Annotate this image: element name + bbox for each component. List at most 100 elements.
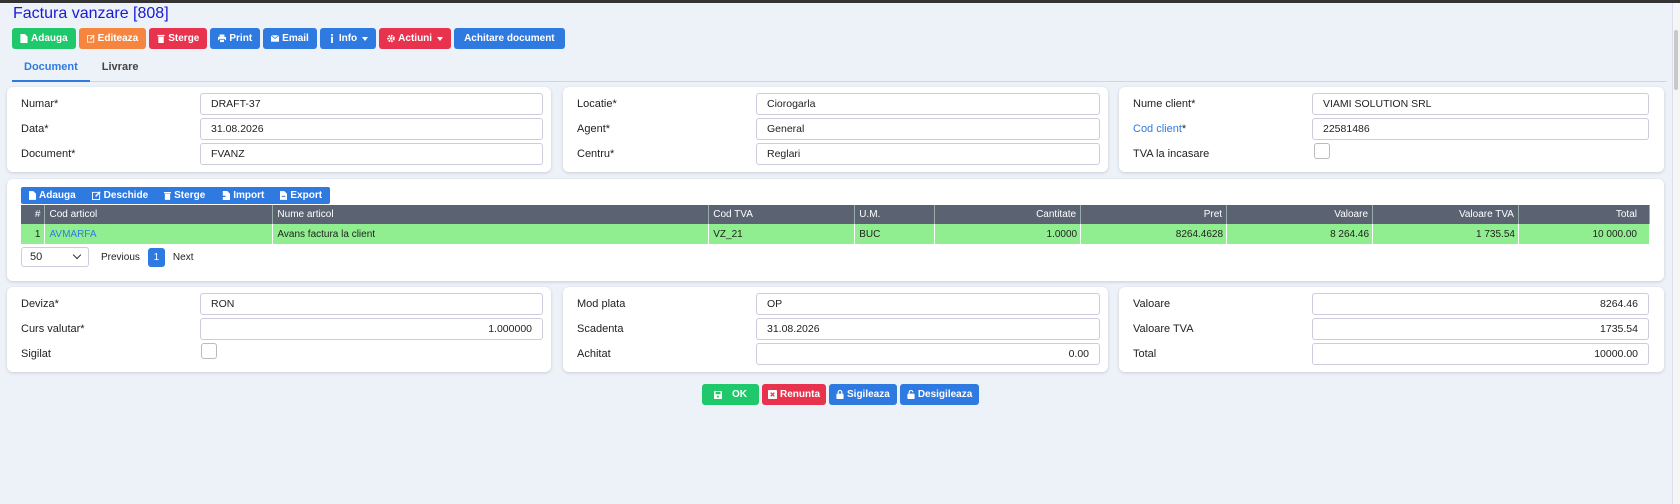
valoare-row: Valoare xyxy=(1133,293,1170,315)
sigilat-row: Sigilat xyxy=(21,343,51,365)
sigilat-label: Sigilat xyxy=(21,348,51,360)
cod-client-input[interactable]: 22581486 xyxy=(1312,118,1649,140)
add-button[interactable]: Adauga xyxy=(12,28,76,49)
document-info-card: Numar* DRAFT-37 Data* 31.08.2026 Documen… xyxy=(7,87,551,172)
tva-incasare-row: TVA la incasare xyxy=(1133,143,1209,165)
ok-button[interactable]: OK xyxy=(702,384,759,405)
previous-page-link[interactable]: Previous xyxy=(101,252,140,263)
cell-cantitate: 1.0000 xyxy=(934,224,1082,244)
document-input[interactable]: FVANZ xyxy=(200,143,543,165)
column-header-total[interactable]: Total xyxy=(1518,205,1651,224)
seal-button[interactable]: Sigileaza xyxy=(829,384,897,405)
column-header-cantitate[interactable]: Cantitate xyxy=(934,205,1082,224)
mod-plata-row: Mod plata xyxy=(577,293,625,315)
unlock-icon xyxy=(907,390,915,399)
edit-button[interactable]: Editeaza xyxy=(78,28,147,49)
data-input[interactable]: 31.08.2026 xyxy=(200,118,543,140)
currency-card: Deviza* RON Curs valutar* 1.000000 Sigil… xyxy=(7,287,551,372)
mod-plata-input[interactable]: OP xyxy=(756,293,1100,315)
edit-icon xyxy=(91,191,101,200)
current-page-button[interactable]: 1 xyxy=(147,247,165,267)
file-import-icon xyxy=(221,191,231,200)
chevron-down-icon xyxy=(72,250,82,260)
gear-icon xyxy=(387,34,395,43)
client-input[interactable]: VIAMI SOLUTION SRL xyxy=(1312,93,1649,115)
cell-pret: 8264.4628 xyxy=(1080,224,1228,244)
tab-document[interactable]: Document xyxy=(12,58,90,82)
settle-document-button[interactable]: Achitare document xyxy=(454,28,565,49)
column-header-valoare-tva[interactable]: Valoare TVA xyxy=(1372,205,1519,224)
edit-button-label: Editeaza xyxy=(97,33,139,44)
settle-document-label: Achitare document xyxy=(464,33,555,44)
achitat-input[interactable]: 0.00 xyxy=(756,343,1100,365)
numar-row: Numar* xyxy=(21,93,58,115)
column-header-nume-articol[interactable]: Nume articol xyxy=(272,205,710,224)
cell-um: BUC xyxy=(854,224,936,244)
numar-input[interactable]: DRAFT-37 xyxy=(200,93,543,115)
items-card: Adauga Deschide Sterge Import Export # C… xyxy=(7,179,1664,281)
locatie-label: Locatie* xyxy=(577,98,617,110)
items-toolbar: Adauga Deschide Sterge Import Export xyxy=(21,187,331,204)
agent-input[interactable]: General xyxy=(756,118,1100,140)
trash-icon xyxy=(164,192,172,200)
table-header-row: # Cod articol Nume articol Cod TVA U.M. … xyxy=(21,205,1651,224)
valoare-tva-input[interactable]: 1735.54 xyxy=(1312,318,1649,340)
unseal-button[interactable]: Desigileaza xyxy=(899,384,980,405)
cell-nume-articol: Avans factura la client xyxy=(272,224,710,244)
print-button[interactable]: Print xyxy=(210,28,261,49)
achitat-row: Achitat xyxy=(577,343,611,365)
info-dropdown-button[interactable]: Info xyxy=(319,28,377,49)
cod-client-label: Cod client* xyxy=(1133,123,1186,135)
cell-total: 10 000.00 xyxy=(1518,224,1651,244)
mod-plata-label: Mod plata xyxy=(577,298,626,310)
item-open-button[interactable]: Deschide xyxy=(84,187,156,204)
column-header-valoare[interactable]: Valoare xyxy=(1226,205,1374,224)
delete-button[interactable]: Sterge xyxy=(149,28,208,49)
ok-button-label: OK xyxy=(732,389,747,400)
centru-input[interactable]: Reglari xyxy=(756,143,1100,165)
agent-row: Agent* xyxy=(577,118,610,140)
centru-row: Centru* xyxy=(577,143,614,165)
page-size-select[interactable]: 50 xyxy=(21,247,89,267)
email-button[interactable]: Email xyxy=(263,28,317,49)
column-header-cod-tva[interactable]: Cod TVA xyxy=(708,205,856,224)
location-info-card: Locatie* Ciorogarla Agent* General Centr… xyxy=(563,87,1108,172)
cod-client-link[interactable]: Cod client xyxy=(1133,123,1182,135)
item-export-button[interactable]: Export xyxy=(272,187,330,204)
client-info-card: Nume client* VIAMI SOLUTION SRL Cod clie… xyxy=(1119,87,1664,172)
cell-cod-articol-link[interactable]: AVMARFA xyxy=(44,224,274,244)
item-import-button[interactable]: Import xyxy=(213,187,272,204)
next-page-link[interactable]: Next xyxy=(173,252,194,263)
column-header-cod-articol[interactable]: Cod articol xyxy=(44,205,274,224)
save-icon xyxy=(714,390,722,399)
scadenta-input[interactable]: 31.08.2026 xyxy=(756,318,1100,340)
cod-client-row: Cod client* xyxy=(1133,118,1186,140)
envelope-icon xyxy=(271,34,280,42)
cancel-button[interactable]: Renunta xyxy=(762,384,826,405)
page-scrollbar-thumb[interactable] xyxy=(1674,30,1678,90)
table-row[interactable]: 1 AVMARFA Avans factura la client VZ_21 … xyxy=(21,224,1651,244)
total-row: Total xyxy=(1133,343,1156,365)
caret-down-icon xyxy=(362,36,369,41)
required-star: * xyxy=(1181,123,1187,135)
column-header-index[interactable]: # xyxy=(21,205,46,224)
sigilat-checkbox[interactable] xyxy=(201,343,217,359)
curs-input[interactable]: 1.000000 xyxy=(200,318,543,340)
valoare-input[interactable]: 8264.46 xyxy=(1312,293,1649,315)
column-header-pret[interactable]: Pret xyxy=(1080,205,1228,224)
tva-incasare-checkbox[interactable] xyxy=(1314,143,1330,159)
item-add-button[interactable]: Adauga xyxy=(21,187,84,204)
tab-delivery[interactable]: Livrare xyxy=(90,58,151,82)
locatie-input[interactable]: Ciorogarla xyxy=(756,93,1100,115)
column-header-um[interactable]: U.M. xyxy=(854,205,936,224)
total-input[interactable]: 10000.00 xyxy=(1312,343,1649,365)
tva-incasare-label: TVA la incasare xyxy=(1133,148,1210,160)
item-delete-button[interactable]: Sterge xyxy=(156,187,213,204)
valoare-tva-label: Valoare TVA xyxy=(1133,323,1194,335)
actions-dropdown-button[interactable]: Actiuni xyxy=(379,28,452,49)
item-add-label: Adauga xyxy=(39,190,76,201)
document-label: Document* xyxy=(21,148,76,160)
document-row: Document* xyxy=(21,143,75,165)
deviza-input[interactable]: RON xyxy=(200,293,543,315)
form-actions: OK Renunta Sigileaza Desigileaza xyxy=(702,384,980,405)
